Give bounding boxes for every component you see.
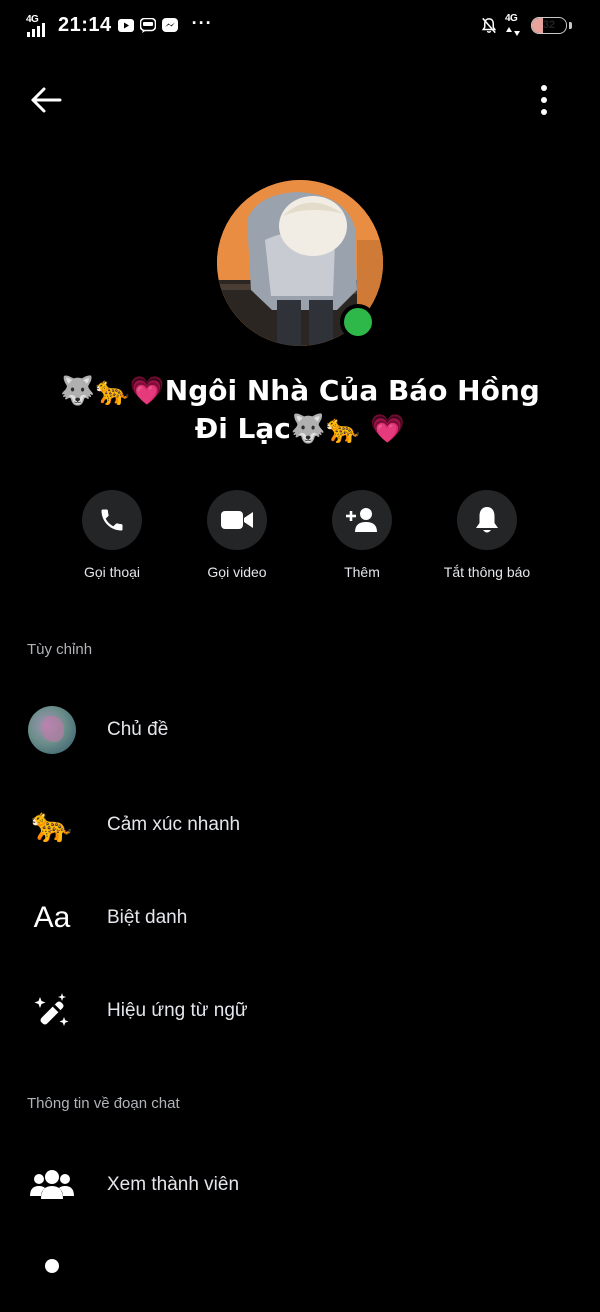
battery-fill bbox=[532, 17, 543, 33]
voice-call-circle bbox=[82, 490, 142, 550]
magic-wand-icon bbox=[26, 985, 78, 1037]
bell-icon bbox=[476, 507, 498, 533]
voice-call-button[interactable]: Gọi thoại bbox=[42, 490, 182, 580]
video-call-button[interactable]: Gọi video bbox=[167, 490, 307, 580]
battery-level: 32 bbox=[542, 19, 556, 31]
view-members-row[interactable]: Xem thành viên bbox=[0, 1145, 600, 1225]
add-member-button[interactable]: Thêm bbox=[292, 490, 432, 580]
zalo-icon bbox=[139, 18, 156, 34]
word-effects-label: Hiệu ứng từ ngữ bbox=[107, 1000, 248, 1021]
add-member-label: Thêm bbox=[344, 564, 380, 580]
status-bar-left: 4G 21:14 ··· bbox=[26, 14, 213, 37]
chat-info-section-title: Thông tin về đoạn chat bbox=[27, 1095, 180, 1112]
mute-notifications-label: Tắt thông báo bbox=[443, 564, 531, 580]
vertical-dots-icon bbox=[541, 85, 547, 115]
voice-call-label: Gọi thoại bbox=[83, 564, 141, 580]
mute-notifications-button[interactable]: Tắt thông báo bbox=[417, 490, 557, 580]
messenger-app-icon bbox=[161, 18, 178, 34]
theme-label: Chủ đề bbox=[107, 719, 169, 740]
more-notifications-indicator: ··· bbox=[191, 12, 213, 33]
add-member-circle bbox=[332, 490, 392, 550]
nickname-row[interactable]: Aa Biệt danh bbox=[0, 878, 600, 958]
theme-row[interactable]: Chủ đề bbox=[0, 690, 600, 770]
phone-icon bbox=[101, 509, 123, 531]
nickname-label: Biệt danh bbox=[107, 907, 188, 928]
video-camera-icon bbox=[221, 511, 253, 529]
battery-tip bbox=[569, 21, 572, 29]
leopard-emoji-icon: 🐆 bbox=[30, 805, 74, 845]
youtube-icon bbox=[117, 18, 134, 34]
word-effects-row[interactable]: Hiệu ứng từ ngữ bbox=[0, 971, 600, 1051]
status-bar: 4G 21:14 ··· 4G 32 bbox=[0, 0, 600, 52]
quick-reaction-label: Cảm xúc nhanh bbox=[107, 814, 241, 835]
video-call-circle bbox=[207, 490, 267, 550]
group-name: 🐺🐆💗Ngôi Nhà Của Báo Hồng Đi Lạc🐺🐆 💗 bbox=[60, 374, 540, 445]
customize-section-title: Tùy chỉnh bbox=[27, 641, 93, 658]
video-call-label: Gọi video bbox=[207, 564, 267, 580]
quick-reaction-row[interactable]: 🐆 Cảm xúc nhanh bbox=[0, 785, 600, 865]
next-row-partial[interactable] bbox=[0, 1232, 600, 1312]
battery-icon: 32 bbox=[531, 16, 567, 34]
person-icon bbox=[26, 1246, 78, 1298]
network-type-label-right: 4G bbox=[505, 13, 518, 24]
mobile-data-icon: 4G bbox=[505, 13, 523, 36]
add-person-icon bbox=[346, 508, 377, 532]
theme-circle-icon bbox=[26, 704, 78, 756]
back-button[interactable] bbox=[28, 84, 64, 116]
more-options-button[interactable] bbox=[532, 82, 556, 118]
view-members-label: Xem thành viên bbox=[107, 1174, 240, 1195]
online-status-indicator bbox=[340, 304, 376, 340]
aa-text-icon: Aa bbox=[33, 901, 71, 934]
notifications-off-icon bbox=[481, 17, 497, 33]
status-time: 21:14 bbox=[58, 14, 112, 36]
people-icon bbox=[26, 1159, 78, 1211]
arrow-left-icon bbox=[31, 87, 62, 113]
signal-icon: 4G bbox=[26, 14, 50, 37]
mute-notifications-circle bbox=[457, 490, 517, 550]
status-bar-right: 4G 32 bbox=[481, 13, 572, 36]
